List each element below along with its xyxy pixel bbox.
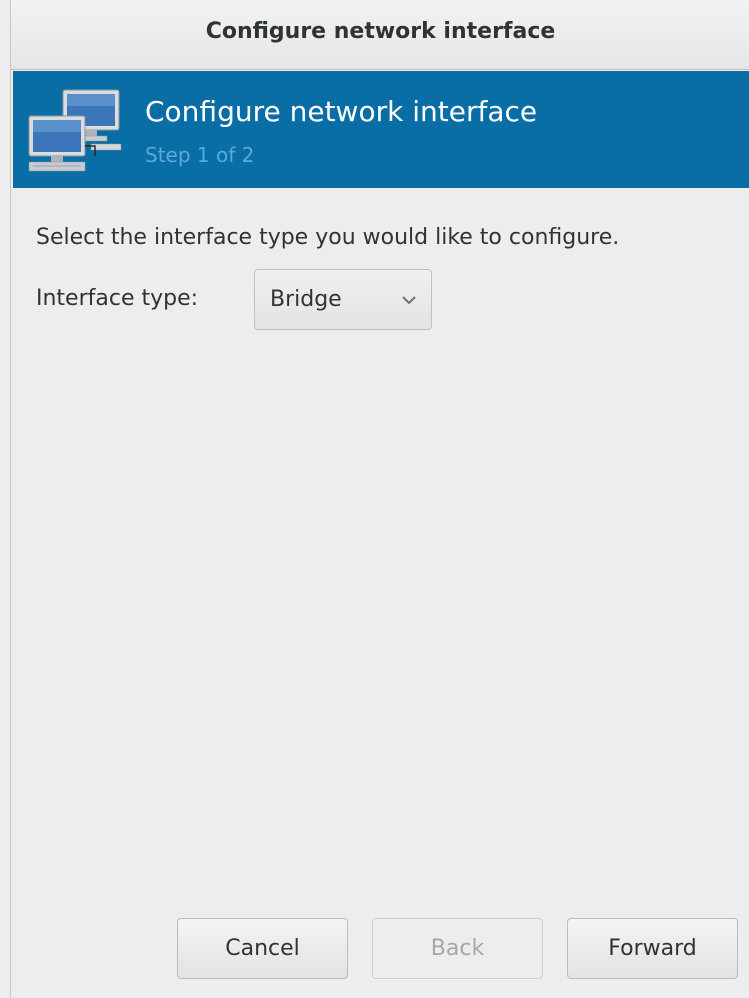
window-title: Configure network interface xyxy=(205,19,556,44)
instruction-text: Select the interface type you would like… xyxy=(36,225,620,250)
interface-type-label: Interface type: xyxy=(36,286,199,311)
title-bar[interactable]: Configure network interface xyxy=(11,0,749,70)
network-computers-icon xyxy=(25,86,125,176)
back-button[interactable]: Back xyxy=(372,918,543,979)
cancel-button[interactable]: Cancel xyxy=(177,918,348,979)
banner-step-indicator: Step 1 of 2 xyxy=(145,143,255,167)
wizard-banner: Configure network interface Step 1 of 2 xyxy=(13,71,749,188)
dialog-window: Configure network interface Configure ne… xyxy=(10,0,749,998)
interface-type-dropdown[interactable]: Bridge xyxy=(254,269,432,330)
banner-title: Configure network interface xyxy=(145,95,538,128)
forward-button[interactable]: Forward xyxy=(567,918,738,979)
interface-type-selected-value: Bridge xyxy=(270,287,342,312)
chevron-down-icon xyxy=(401,292,417,306)
